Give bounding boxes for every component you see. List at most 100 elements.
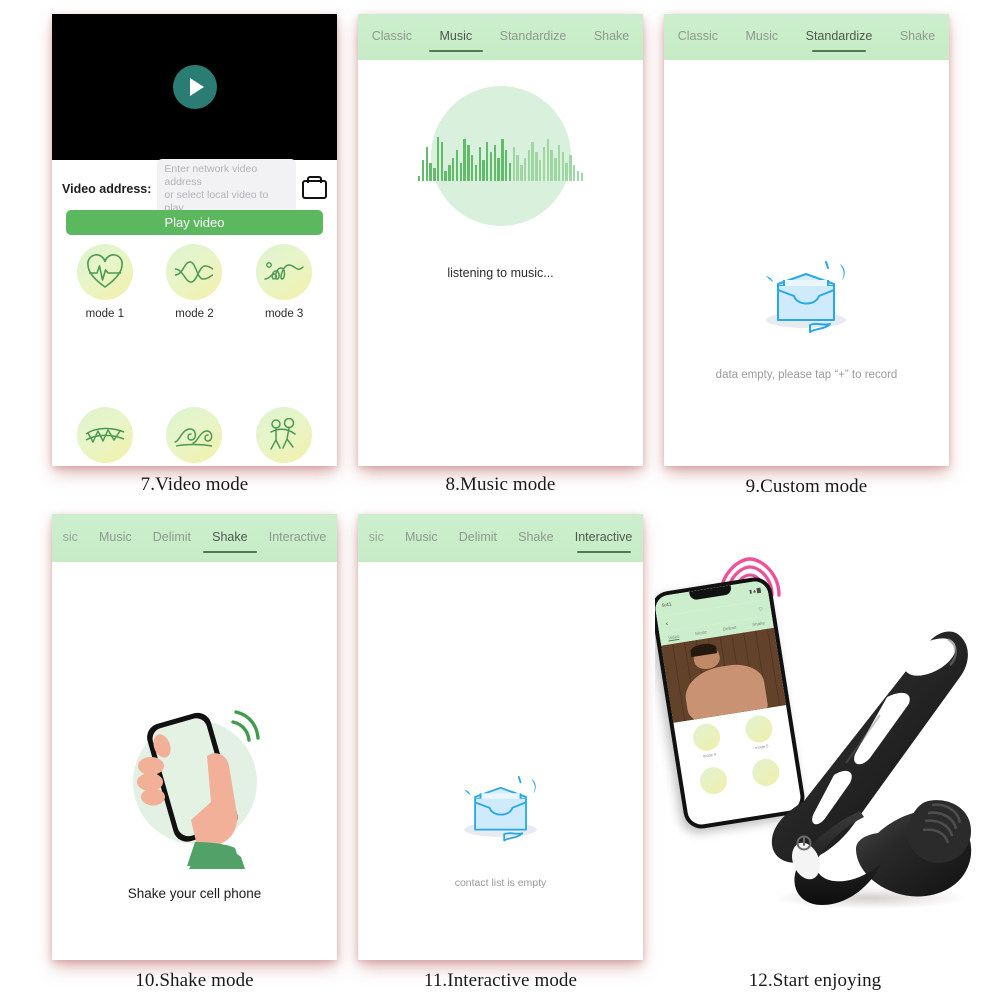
dancing-people-icon [256, 407, 313, 463]
panel-product-photo: 9:41 ▮▲▇ ‹ ◌ Video Music Delimit Shake m… [655, 555, 975, 955]
equalizer-bar [493, 144, 497, 181]
mode-cell-4[interactable]: mode 4 [68, 407, 142, 466]
phone-status-icons: ▮▲▇ [748, 587, 762, 596]
equalizer-bar [580, 173, 583, 181]
video-address-row: Video address: Enter network video addre… [52, 158, 337, 220]
equalizer-bar [508, 162, 512, 181]
music-status-text: listening to music... [447, 266, 554, 280]
panel-interactive-mode: sic Music Delimit Shake Interactive cont… [358, 514, 643, 960]
equalizer-bar [527, 149, 531, 181]
mode-cell-2[interactable]: mode 2 [157, 244, 231, 320]
phone-tab[interactable]: Video [667, 633, 680, 642]
ocean-wave-icon [166, 407, 223, 463]
heartbeat-icon [76, 244, 133, 300]
panel-custom-mode: Classic Music Standardize Shake data emp… [664, 14, 949, 466]
equalizer-bar [546, 139, 549, 181]
equalizer-bar [459, 162, 462, 181]
tab-standardize[interactable]: Standardize [486, 23, 580, 52]
equalizer-bar [463, 139, 466, 181]
tab-music[interactable]: Music [394, 524, 448, 553]
shake-illustration-wrap: Shake your cell phone [52, 694, 337, 901]
play-video-button[interactable]: Play video [66, 210, 323, 235]
tabbar-custom: Classic Music Standardize Shake [664, 14, 949, 60]
equalizer-bar [523, 157, 527, 181]
caption-music-mode: 8.Music mode [445, 474, 556, 495]
tab-classic-clipped[interactable]: sic [52, 524, 88, 553]
equalizer-bar [542, 147, 546, 181]
mode-cell-3[interactable]: mode 3 [247, 244, 321, 320]
mode-cell-5[interactable]: mode 5 [157, 407, 231, 466]
empty-state-text: contact list is empty [454, 877, 547, 889]
tab-classic[interactable]: Classic [664, 23, 732, 52]
equalizer-bar [478, 147, 481, 181]
tab-shake[interactable]: Shake [202, 524, 259, 553]
equalizer-bar [565, 162, 568, 181]
music-visualizer-circle [418, 86, 583, 226]
phone-notch [689, 585, 733, 601]
folder-icon[interactable] [302, 175, 327, 199]
equalizer-bar [531, 142, 534, 181]
tabbar-interactive: sic Music Delimit Shake Interactive [358, 514, 643, 562]
mode-cell-1[interactable]: mode 1 [68, 244, 142, 320]
equalizer-bar [429, 162, 432, 181]
feature-sheet: Video address: Enter network video addre… [0, 0, 1000, 1000]
tab-shake[interactable]: Shake [580, 23, 643, 52]
equalizer-bar [489, 152, 493, 181]
phone-tab[interactable]: Delimit [722, 625, 736, 632]
phone-mode-icon[interactable] [691, 721, 723, 753]
zigzag-bunting-icon [76, 407, 133, 463]
tab-music[interactable]: Music [88, 524, 142, 553]
equalizer-bar [448, 165, 451, 181]
mode-label: mode 1 [85, 308, 124, 320]
phone-mode-icon[interactable] [698, 765, 729, 797]
equalizer-bar [486, 142, 489, 181]
equalizer-bar [470, 155, 474, 181]
tab-interactive[interactable]: Interactive [258, 524, 337, 553]
mode-grid: mode 1 mode 2 mode 3 [52, 244, 337, 466]
tab-delimit[interactable]: Delimit [142, 524, 201, 553]
equalizer-bar [557, 144, 561, 181]
equalizer-bar [520, 165, 523, 181]
panel-shake-mode: sic Music Delimit Shake Interactive Shak… [52, 514, 337, 960]
rolling-wave-icon [256, 244, 313, 300]
equalizer-bar [436, 136, 440, 181]
equalizer-bar [497, 157, 500, 181]
empty-state-interactive: contact list is empty [358, 766, 643, 889]
phone-tab[interactable]: Music [695, 629, 707, 636]
caption-custom-mode: 9.Custom mode [745, 476, 868, 497]
hand-holding-phone-icon [132, 710, 260, 869]
mode-row-bottom: mode 4 mode 5 [52, 407, 337, 466]
tab-music[interactable]: Music [732, 23, 792, 52]
equalizer-bar [554, 157, 557, 181]
video-player-stage[interactable] [52, 14, 337, 160]
mode-cell-6[interactable]: mode 6 [247, 407, 321, 466]
shake-instruction-text: Shake your cell phone [127, 886, 262, 901]
equalizer-bar [516, 155, 519, 181]
equalizer-bar [425, 147, 428, 181]
empty-state-custom: data empty, please tap “+” to record [664, 250, 949, 381]
panel-video-mode: Video address: Enter network video addre… [52, 14, 337, 466]
mode-label: mode 2 [175, 308, 214, 320]
equalizer-bar [573, 165, 576, 181]
equalizer-bar [444, 170, 447, 181]
equalizer-bar [455, 149, 459, 181]
phone-mode-label: mode 4 [702, 751, 717, 759]
tab-delimit[interactable]: Delimit [448, 524, 507, 553]
video-address-label: Video address: [62, 182, 152, 196]
tab-interactive[interactable]: Interactive [564, 524, 643, 553]
equalizer-bar [418, 175, 421, 181]
back-chevron-icon[interactable]: ‹ [665, 620, 668, 627]
tab-shake[interactable]: Shake [508, 524, 565, 553]
phone-status-time: 9:41 [661, 601, 673, 610]
caption-interactive-mode: 11.Interactive mode [423, 970, 578, 991]
tab-music[interactable]: Music [426, 23, 486, 52]
tab-classic-clipped[interactable]: sic [358, 524, 394, 553]
empty-box-icon [766, 261, 846, 333]
equalizer-icon [418, 131, 583, 181]
play-icon[interactable] [172, 65, 217, 109]
play-triangle-icon [189, 78, 204, 96]
mode-label: mode 3 [264, 308, 304, 320]
tab-classic[interactable]: Classic [358, 23, 426, 52]
tab-standardize[interactable]: Standardize [792, 23, 886, 52]
tab-shake[interactable]: Shake [886, 23, 949, 52]
